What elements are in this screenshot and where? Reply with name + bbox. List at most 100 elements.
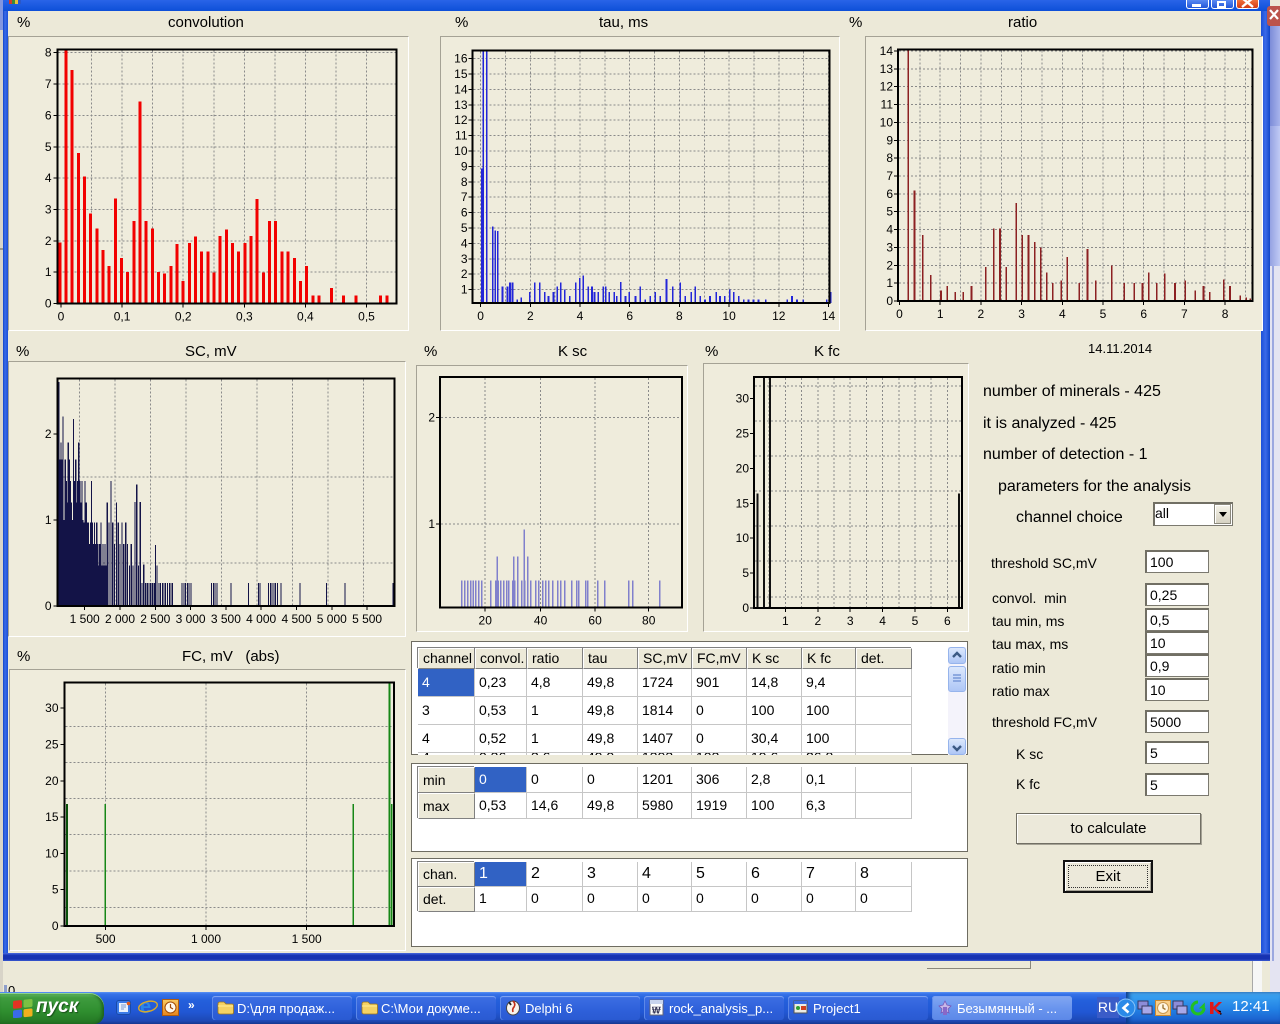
svg-text:13: 13 [454,98,468,112]
svg-text:2: 2 [527,309,534,323]
svg-text:4 000: 4 000 [246,612,276,626]
svg-text:2 500: 2 500 [140,612,170,626]
svg-text:1: 1 [45,265,52,279]
svg-text:10: 10 [880,115,894,129]
svg-text:5 500: 5 500 [352,612,382,626]
svg-text:12: 12 [454,113,468,127]
svg-text:2: 2 [461,267,468,281]
svg-text:6: 6 [626,309,633,323]
svg-text:5: 5 [742,566,749,580]
svg-text:0: 0 [886,294,893,308]
svg-text:15: 15 [45,810,59,824]
svg-text:6: 6 [1140,307,1147,321]
svg-text:6: 6 [461,206,468,220]
svg-text:1: 1 [45,513,52,527]
svg-text:0,4: 0,4 [297,310,314,324]
svg-text:2: 2 [45,234,52,248]
svg-text:0: 0 [896,307,903,321]
svg-text:7: 7 [461,190,468,204]
svg-text:8: 8 [45,46,52,60]
svg-text:80: 80 [642,614,656,628]
svg-text:60: 60 [588,614,602,628]
svg-text:4 500: 4 500 [281,612,311,626]
svg-text:0,3: 0,3 [236,310,253,324]
svg-text:3 000: 3 000 [176,612,206,626]
svg-text:1: 1 [937,307,944,321]
svg-text:15: 15 [736,496,750,510]
svg-text:20: 20 [479,614,493,628]
svg-text:2 000: 2 000 [105,612,135,626]
svg-text:11: 11 [455,129,468,143]
svg-text:0: 0 [52,919,59,933]
svg-text:8: 8 [461,175,468,189]
svg-text:10: 10 [736,531,750,545]
svg-text:2: 2 [814,614,821,628]
svg-text:40: 40 [534,614,548,628]
svg-text:1: 1 [428,517,435,531]
svg-text:12: 12 [880,80,894,94]
svg-text:3: 3 [1018,307,1025,321]
svg-text:8: 8 [886,151,893,165]
svg-text:4: 4 [461,236,468,250]
svg-text:0: 0 [477,309,484,323]
svg-text:4: 4 [577,309,584,323]
svg-text:5 000: 5 000 [317,612,347,626]
svg-text:6: 6 [886,187,893,201]
svg-text:1: 1 [886,276,893,290]
svg-text:16: 16 [454,52,468,66]
svg-text:14: 14 [880,44,894,58]
svg-text:1 500: 1 500 [292,932,322,946]
svg-text:3: 3 [847,614,854,628]
svg-text:30: 30 [45,701,59,715]
svg-text:20: 20 [736,461,750,475]
svg-text:0: 0 [45,599,52,613]
svg-text:9: 9 [461,159,468,173]
svg-text:7: 7 [45,77,52,91]
svg-text:4: 4 [1059,307,1066,321]
svg-text:2: 2 [45,427,52,441]
svg-text:3: 3 [461,252,468,266]
svg-text:1 500: 1 500 [70,612,100,626]
svg-text:4: 4 [886,223,893,237]
svg-text:1: 1 [782,614,789,628]
svg-text:6: 6 [45,108,52,122]
svg-text:0,2: 0,2 [175,310,192,324]
svg-text:30: 30 [736,392,750,406]
svg-text:3: 3 [886,240,893,254]
svg-text:14: 14 [822,309,836,323]
svg-text:8: 8 [676,309,683,323]
svg-text:0,1: 0,1 [114,310,131,324]
svg-text:25: 25 [45,738,59,752]
svg-text:5: 5 [886,205,893,219]
svg-text:4: 4 [45,171,52,185]
svg-text:20: 20 [45,774,59,788]
svg-text:8: 8 [1222,307,1229,321]
svg-text:3: 3 [45,202,52,216]
svg-text:3 500: 3 500 [211,612,241,626]
svg-text:10: 10 [722,309,736,323]
svg-text:5: 5 [912,614,919,628]
svg-text:2: 2 [886,258,893,272]
svg-text:5: 5 [52,883,59,897]
svg-text:9: 9 [886,133,893,147]
svg-text:0: 0 [58,310,65,324]
svg-text:5: 5 [461,221,468,235]
svg-text:14: 14 [454,82,468,96]
svg-text:0: 0 [45,297,52,311]
svg-text:1: 1 [461,283,468,297]
svg-text:15: 15 [454,67,468,81]
svg-text:25: 25 [736,427,750,441]
svg-text:7: 7 [886,169,893,183]
svg-text:10: 10 [45,846,59,860]
svg-text:5: 5 [45,140,52,154]
svg-text:0: 0 [742,601,749,615]
svg-text:4: 4 [879,614,886,628]
svg-text:10: 10 [454,144,468,158]
svg-text:6: 6 [944,614,951,628]
svg-text:2: 2 [978,307,985,321]
svg-text:5: 5 [1100,307,1107,321]
svg-text:7: 7 [1181,307,1188,321]
svg-text:2: 2 [428,411,435,425]
svg-text:1 000: 1 000 [191,932,221,946]
svg-text:e: e [140,996,151,1018]
